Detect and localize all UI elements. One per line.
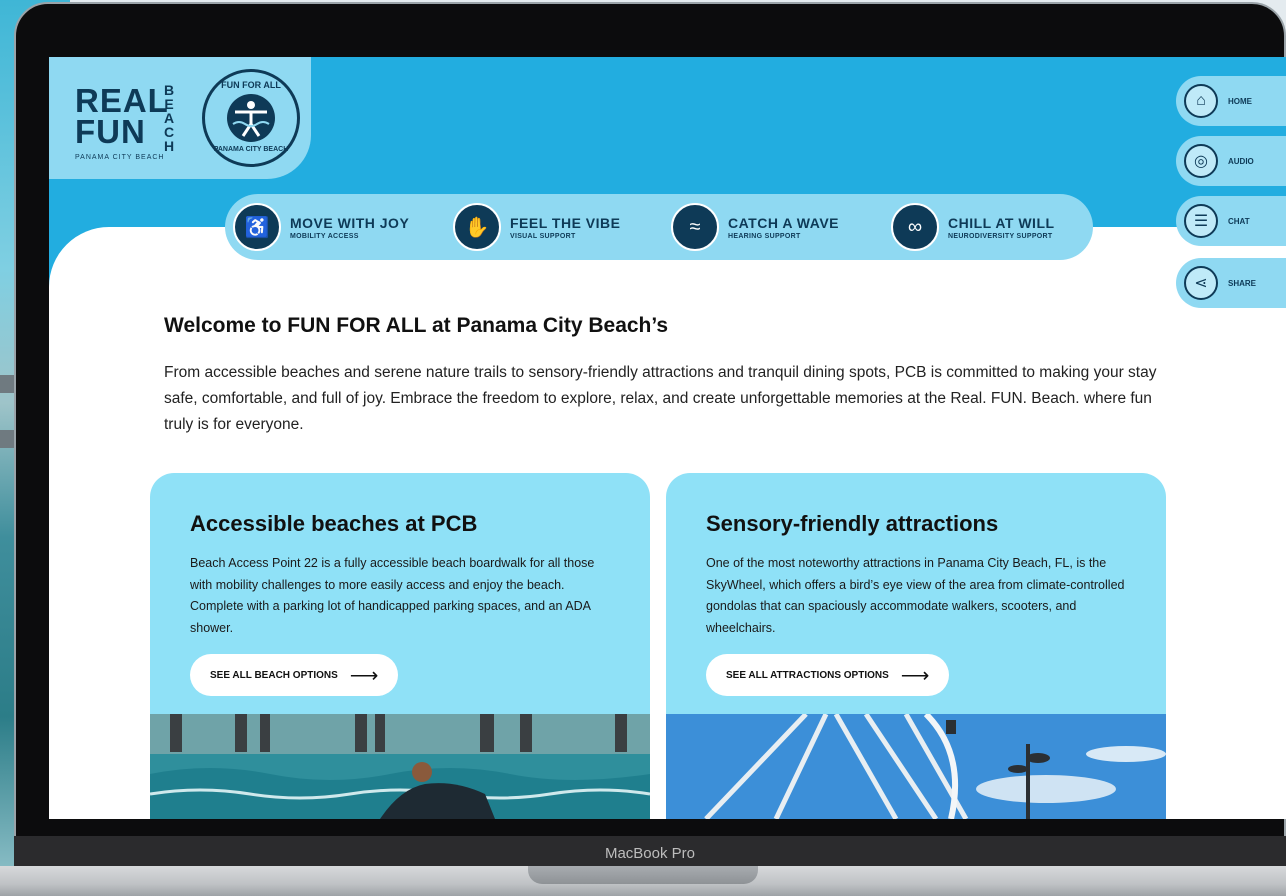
wheelchair-icon: ♿ — [233, 203, 281, 251]
nav-text: FEEL THE VIBE VISUAL SUPPORT — [510, 215, 620, 240]
page-title: Welcome to FUN FOR ALL at Panama City Be… — [164, 314, 669, 337]
chat-icon: ☰ — [1184, 204, 1218, 238]
logo-vertical-letter: E — [164, 96, 174, 112]
nav-move-with-joy[interactable]: ♿ MOVE WITH JOY MOBILITY ACCESS — [233, 203, 409, 251]
infinity-icon: ∞ — [891, 203, 939, 251]
card-title: Accessible beaches at PCB — [190, 511, 478, 536]
badge-top-text: FUN FOR ALL — [221, 80, 281, 90]
intro-paragraph: From accessible beaches and serene natur… — [164, 364, 1157, 433]
share-button[interactable]: ⋖ SHARE — [1176, 258, 1286, 308]
logo-line-1: REAL — [75, 82, 169, 119]
laptop-notch — [528, 866, 758, 884]
nav-subtitle: VISUAL SUPPORT — [510, 232, 576, 240]
ear-icon: ≈ — [671, 203, 719, 251]
tool-label: AUDIO — [1228, 156, 1254, 166]
home-icon: ⌂ — [1184, 84, 1218, 118]
tool-label: CHAT — [1228, 216, 1250, 226]
see-all-attractions-options-button[interactable]: SEE ALL ATTRACTIONS OPTIONS ⟶ — [706, 654, 950, 696]
card-body: One of the most noteworthy attractions i… — [706, 556, 1125, 635]
card-body: Beach Access Point 22 is a fully accessi… — [190, 556, 595, 635]
logo-line-2: FUN — [75, 113, 146, 150]
laptop-chin: MacBook Pro — [14, 836, 1286, 870]
nav-catch-a-wave[interactable]: ≈ CATCH A WAVE HEARING SUPPORT — [671, 203, 839, 251]
logo-vertical-letters: BEACH — [161, 83, 177, 153]
nav-title: FEEL THE VIBE — [510, 214, 621, 231]
logo-vertical-letter: H — [163, 138, 175, 154]
badge-bottom-text: PANAMA CITY BEACH — [213, 146, 289, 153]
button-label: SEE ALL BEACH OPTIONS — [210, 669, 338, 681]
see-all-beach-options-button[interactable]: SEE ALL BEACH OPTIONS ⟶ — [190, 654, 399, 696]
nav-feel-the-vibe[interactable]: ✋ FEEL THE VIBE VISUAL SUPPORT — [453, 203, 620, 251]
button-label: SEE ALL ATTRACTIONS OPTIONS — [726, 669, 889, 681]
fun-for-all-badge: FUN FOR ALL PANAMA CITY BEACH — [202, 69, 300, 167]
skywheel-photo — [666, 714, 1166, 819]
arrow-right-icon: ⟶ — [900, 664, 930, 687]
logo-wordmark: REAL FUN — [75, 82, 169, 150]
hand-wave-icon: ✋ — [453, 203, 501, 251]
nav-text: MOVE WITH JOY MOBILITY ACCESS — [290, 215, 409, 240]
logo-subtitle: PANAMA CITY BEACH — [75, 154, 165, 161]
surfer-photo — [150, 714, 650, 819]
nav-title: CATCH A WAVE — [728, 214, 839, 231]
nav-subtitle: HEARING SUPPORT — [728, 232, 801, 240]
audio-icon: ◎ — [1184, 144, 1218, 178]
nav-text: CATCH A WAVE HEARING SUPPORT — [728, 215, 839, 240]
stage: MacBook Pro REAL FUN BEACH PANAMA CITY B… — [0, 0, 1286, 896]
nav-subtitle: NEURODIVERSITY SUPPORT — [948, 232, 1053, 240]
browser-screen: REAL FUN BEACH PANAMA CITY BEACH FUN FOR… — [49, 57, 1286, 819]
logo-vertical-letter: C — [163, 124, 175, 140]
logo-vertical-text: BEACH — [161, 83, 177, 153]
nav-title: CHILL AT WILL — [948, 214, 1055, 231]
tool-label: SHARE — [1228, 278, 1257, 288]
nav-subtitle: MOBILITY ACCESS — [290, 232, 359, 240]
chat-button[interactable]: ☰ CHAT — [1176, 196, 1286, 246]
card-sensory-friendly: Sensory-friendly attractions One of the … — [666, 473, 1166, 819]
tool-label: HOME — [1228, 96, 1252, 106]
share-icon: ⋖ — [1184, 266, 1218, 300]
accessibility-nav: ♿ MOVE WITH JOY MOBILITY ACCESS ✋ FEEL T… — [225, 194, 1093, 260]
home-button[interactable]: ⌂ HOME — [1176, 76, 1286, 126]
logo-panel[interactable]: REAL FUN BEACH PANAMA CITY BEACH FUN FOR… — [49, 57, 311, 179]
card-accessible-beaches: Accessible beaches at PCB Beach Access P… — [150, 473, 650, 819]
device-label: MacBook Pro — [604, 845, 696, 862]
nav-text: CHILL AT WILL NEURODIVERSITY SUPPORT — [948, 215, 1055, 240]
person-icon — [227, 94, 275, 142]
audio-button[interactable]: ◎ AUDIO — [1176, 136, 1286, 186]
logo-vertical-letter: A — [163, 110, 175, 126]
nav-chill-at-will[interactable]: ∞ CHILL AT WILL NEURODIVERSITY SUPPORT — [891, 203, 1055, 251]
card-title: Sensory-friendly attractions — [706, 511, 999, 536]
arrow-right-icon: ⟶ — [349, 664, 379, 687]
logo-vertical-letter: B — [163, 82, 175, 98]
nav-title: MOVE WITH JOY — [290, 214, 410, 231]
